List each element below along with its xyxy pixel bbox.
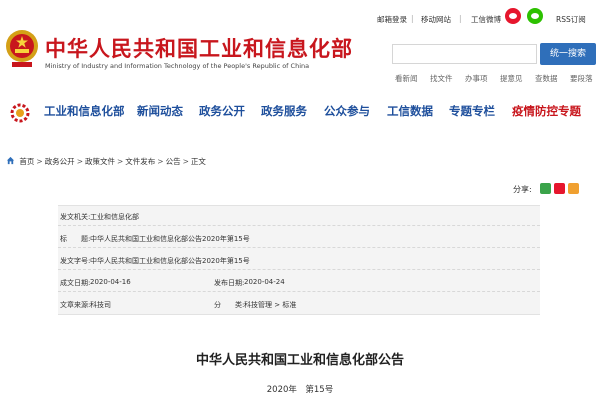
- nav-item-affairs[interactable]: 政务公开: [199, 103, 245, 119]
- wechat-share-icon[interactable]: [540, 183, 551, 194]
- quick-link-extra[interactable]: 要段落: [570, 73, 593, 84]
- divider: |: [411, 14, 414, 23]
- document-meta-table: 发文机关: 工业和信息化部 标 题: 中华人民共和国工业和信息化部公告2020年…: [58, 205, 540, 315]
- qzone-share-icon[interactable]: [568, 183, 579, 194]
- meta-label: 发文机关:: [60, 213, 91, 221]
- search-button[interactable]: 统一搜索: [540, 43, 596, 65]
- meta-value-source: 科技司: [90, 301, 111, 309]
- breadcrumb-home[interactable]: 首页: [19, 157, 34, 166]
- meta-label: 分 类:: [214, 301, 245, 309]
- quick-link-files[interactable]: 找文件: [430, 73, 453, 84]
- site-subtitle: Ministry of Industry and Information Tec…: [45, 62, 310, 70]
- rss-link[interactable]: RSS订阅: [556, 14, 586, 25]
- meta-row-source: 文章来源: 科技司 分 类: 科技管理 > 标准: [58, 294, 540, 314]
- meta-value-category[interactable]: 科技管理 > 标准: [244, 300, 296, 310]
- nav-item-ministry[interactable]: 工业和信息化部: [44, 103, 125, 119]
- meta-row-authority: 发文机关: 工业和信息化部: [58, 206, 540, 226]
- breadcrumb-separator: >: [182, 157, 189, 166]
- meta-row-title: 标 题: 中华人民共和国工业和信息化部公告2020年第15号: [58, 228, 540, 248]
- meta-label: 发布日期:: [214, 279, 245, 287]
- national-emblem-icon: [6, 30, 38, 67]
- breadcrumb-affairs[interactable]: 政务公开: [45, 157, 75, 166]
- quick-link-data[interactable]: 查数据: [535, 73, 558, 84]
- breadcrumb-separator: >: [76, 157, 83, 166]
- share-label: 分享:: [513, 185, 532, 194]
- breadcrumb-policy[interactable]: 政策文件: [85, 157, 115, 166]
- meta-value-created: 2020-04-16: [90, 278, 131, 286]
- weibo-link[interactable]: 工信微博: [471, 14, 501, 25]
- nav-item-services[interactable]: 政务服务: [261, 103, 307, 119]
- main-nav: 工业和信息化部 新闻动态 政务公开 政务服务 公众参与 工信数据 专题专栏 疫情…: [0, 98, 600, 126]
- quick-link-news[interactable]: 看新闻: [395, 73, 418, 84]
- site-header: 中华人民共和国工业和信息化部 Ministry of Industry and …: [0, 0, 600, 92]
- quick-link-services[interactable]: 办事项: [465, 73, 488, 84]
- meta-value-title: 中华人民共和国工业和信息化部公告2020年第15号: [90, 235, 250, 243]
- gear-logo-icon: [10, 103, 30, 123]
- meta-row-dates: 成文日期: 2020-04-16 发布日期: 2020-04-24: [58, 272, 540, 292]
- nav-item-participation[interactable]: 公众参与: [324, 103, 370, 119]
- meta-value-authority: 工业和信息化部: [90, 213, 139, 221]
- meta-row-doc-number: 发文字号: 中华人民共和国工业和信息化部公告2020年第15号: [58, 250, 540, 270]
- breadcrumb-separator: >: [116, 157, 124, 166]
- divider: |: [459, 14, 462, 23]
- meta-label: 成文日期:: [60, 279, 91, 287]
- quick-link-feedback[interactable]: 提意见: [500, 73, 523, 84]
- nav-item-topics[interactable]: 专题专栏: [449, 103, 495, 119]
- breadcrumb-release[interactable]: 文件发布: [125, 157, 155, 166]
- nav-item-data[interactable]: 工信数据: [387, 103, 433, 119]
- mobile-site-link[interactable]: 移动网站: [421, 14, 451, 25]
- weibo-share-icon[interactable]: [554, 183, 565, 194]
- breadcrumb-separator: >: [36, 157, 43, 166]
- home-icon: [6, 156, 15, 165]
- meta-value-published: 2020-04-24: [244, 278, 285, 286]
- nav-item-news[interactable]: 新闻动态: [137, 103, 183, 119]
- nav-item-epidemic[interactable]: 疫情防控专题: [512, 103, 581, 119]
- mail-login-link[interactable]: 邮箱登录: [377, 14, 407, 25]
- meta-label: 文章来源:: [60, 301, 91, 309]
- meta-value-doc-number: 中华人民共和国工业和信息化部公告2020年第15号: [90, 257, 250, 265]
- quick-links: 看新闻 找文件 办事项 提意见 查数据 要段落: [395, 73, 600, 85]
- meta-label: 标 题:: [60, 235, 91, 243]
- document-title: 中华人民共和国工业和信息化部公告: [195, 353, 404, 368]
- site-title[interactable]: 中华人民共和国工业和信息化部: [45, 33, 353, 63]
- document-number: 2020年 第15号: [266, 385, 334, 395]
- search-input[interactable]: [392, 44, 537, 64]
- breadcrumb-current: 正文: [190, 157, 206, 166]
- weibo-icon[interactable]: [505, 8, 521, 24]
- breadcrumb-notice[interactable]: 公告: [166, 157, 181, 166]
- meta-label: 发文字号:: [60, 257, 91, 265]
- breadcrumb-separator: >: [157, 157, 164, 166]
- top-links: 邮箱登录 | 移动网站 | 工信微博 RSS订阅: [360, 14, 600, 28]
- breadcrumb: 首页 > 政务公开 > 政策文件 > 文件发布 > 公告 > 正文: [6, 156, 206, 170]
- wechat-icon[interactable]: [527, 8, 543, 24]
